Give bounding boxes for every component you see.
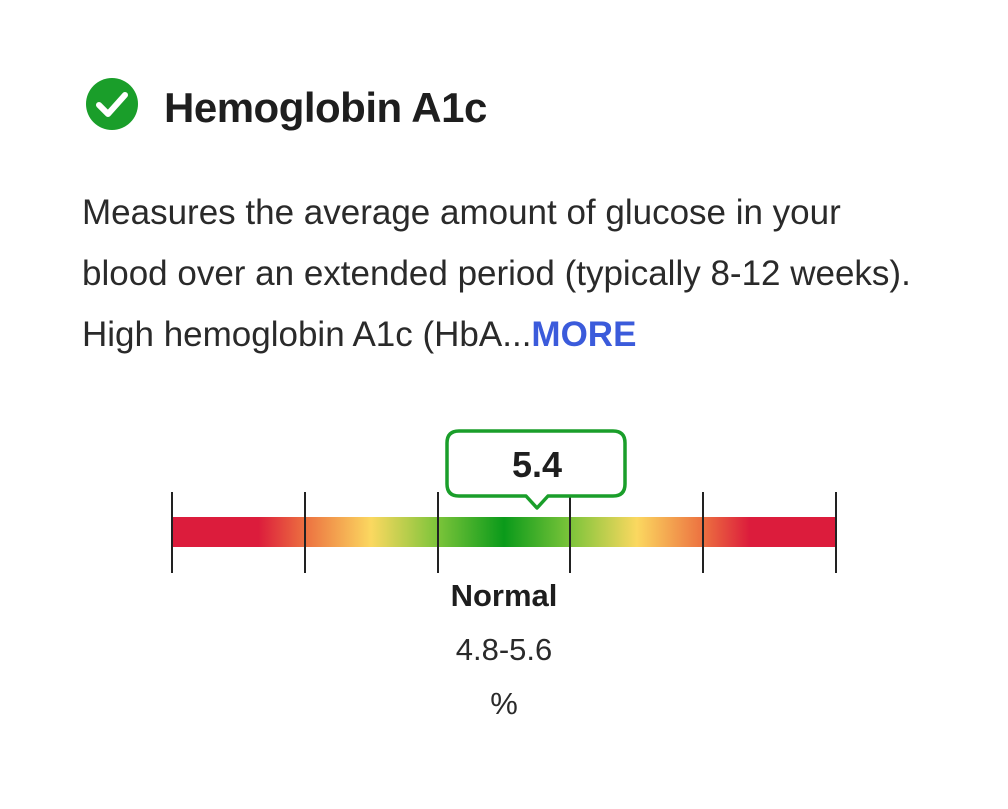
range-unit: % — [490, 686, 518, 721]
value-label: 5.4 — [512, 444, 562, 485]
gauge-bar — [172, 517, 836, 547]
range-values: 4.8-5.6 — [455, 632, 553, 667]
range-name: Normal — [450, 578, 558, 613]
